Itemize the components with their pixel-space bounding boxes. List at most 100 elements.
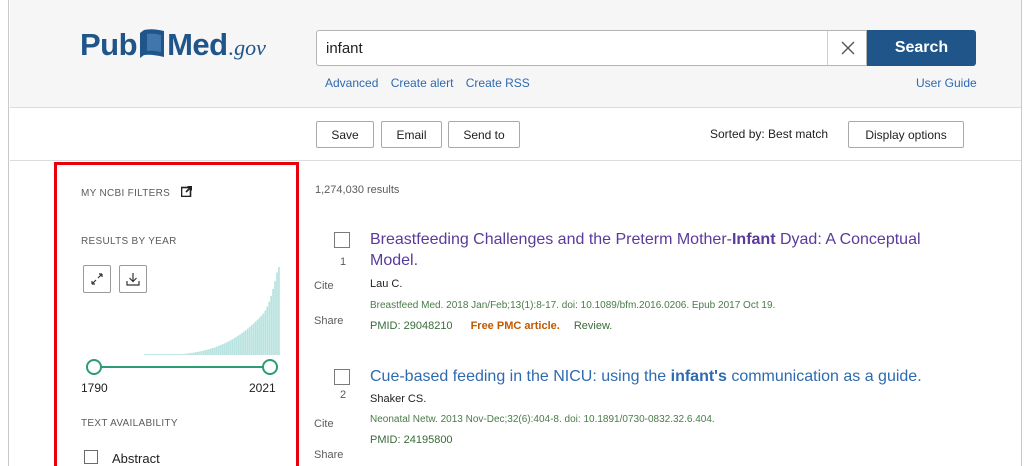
email-button[interactable]: Email	[381, 121, 442, 148]
search-button[interactable]: Search	[867, 30, 976, 66]
histogram-bar	[186, 353, 189, 355]
result-authors: Shaker CS.	[370, 393, 427, 405]
search-input[interactable]	[317, 31, 825, 65]
histogram-bar	[171, 354, 173, 355]
cite-button[interactable]: Cite	[314, 280, 334, 292]
create-rss-link[interactable]: Create RSS	[466, 76, 530, 90]
result-item-1: 1 Cite Share Breastfeeding Challenges an…	[312, 229, 952, 342]
histogram-bar	[268, 301, 271, 355]
create-alert-link[interactable]: Create alert	[391, 76, 454, 90]
year-histogram[interactable]	[84, 263, 280, 355]
histogram-bar	[225, 342, 228, 355]
year-range-slider[interactable]	[84, 359, 280, 375]
close-icon	[841, 41, 854, 55]
abstract-label[interactable]: Abstract	[112, 451, 160, 466]
histogram-bar	[262, 313, 265, 355]
results-count: 1,274,030 results	[315, 184, 400, 196]
histogram-bar	[165, 354, 168, 355]
book-icon	[140, 29, 165, 58]
share-button[interactable]: Share	[314, 315, 343, 327]
histogram-bar	[213, 347, 216, 355]
histogram-bar	[245, 330, 247, 355]
title-highlight: Infant	[731, 231, 776, 248]
result-pmid: PMID: 29048210	[370, 320, 453, 332]
result-citation: Breastfeed Med. 2018 Jan/Feb;13(1):8-17.…	[370, 300, 776, 311]
title-text: Cue-based feeding in the NICU: using the	[370, 368, 671, 385]
histogram-bar	[192, 352, 195, 355]
result-number: 1	[340, 256, 347, 268]
histogram-bar	[243, 331, 245, 355]
search-links: Advanced Create alert Create RSS	[325, 76, 539, 90]
results-by-year-label: RESULTS BY YEAR	[81, 236, 177, 247]
histogram-bar	[223, 343, 226, 355]
histogram-bar	[196, 351, 199, 355]
histogram-bar	[149, 354, 152, 355]
histogram-bar	[178, 354, 181, 355]
title-text: communication as a guide.	[726, 368, 922, 385]
result-citation: Neonatal Netw. 2013 Nov-Dec;32(6):404-8.…	[370, 414, 715, 425]
slider-end-handle[interactable]	[262, 359, 278, 375]
share-button[interactable]: Share	[314, 449, 343, 461]
histogram-bar	[231, 339, 234, 355]
cite-button[interactable]: Cite	[314, 418, 334, 430]
histogram-bar	[260, 315, 263, 355]
user-guide-link[interactable]: User Guide	[916, 76, 977, 90]
histogram-bar	[235, 336, 238, 355]
histogram-bar	[157, 354, 160, 355]
histogram-bar	[184, 353, 187, 355]
histogram-bar	[248, 326, 251, 355]
result-checkbox[interactable]	[334, 232, 350, 248]
clear-search-button[interactable]	[827, 31, 867, 65]
histogram-bar	[144, 354, 146, 355]
result-title-link[interactable]: Cue-based feeding in the NICU: using the…	[370, 366, 950, 387]
result-authors: Lau C.	[370, 278, 403, 290]
histogram-bar	[256, 319, 259, 355]
histogram-bar	[161, 354, 164, 355]
text-availability-label: TEXT AVAILABILITY	[81, 418, 178, 429]
histogram-bar	[212, 347, 214, 355]
title-text: Breastfeeding Challenges and the Preterm…	[370, 231, 732, 248]
pubmed-logo[interactable]: Pub Med .gov	[80, 22, 266, 62]
year-end-label: 2021	[249, 381, 276, 395]
result-number: 2	[340, 389, 347, 401]
my-ncbi-filters-label[interactable]: MY NCBI FILTERS	[81, 185, 193, 199]
histogram-bar	[177, 354, 179, 355]
header: Pub Med .gov Search Advanced Create aler…	[10, 0, 1021, 108]
slider-start-handle[interactable]	[86, 359, 102, 375]
histogram-bar	[190, 352, 193, 355]
search-box	[316, 30, 867, 66]
histogram-bar	[264, 310, 267, 355]
histogram-bar	[188, 353, 191, 355]
display-options-button[interactable]: Display options	[848, 121, 964, 148]
advanced-link[interactable]: Advanced	[325, 76, 378, 90]
logo-gov-text: .gov	[228, 35, 266, 60]
result-checkbox[interactable]	[334, 369, 350, 385]
histogram-bar	[239, 334, 241, 355]
year-start-label: 1790	[81, 381, 108, 395]
send-to-button[interactable]: Send to	[448, 121, 520, 148]
histogram-bar	[252, 323, 255, 355]
histogram-bar	[274, 281, 276, 355]
histogram-bar	[202, 350, 205, 355]
histogram-bar	[206, 349, 208, 355]
histogram-bar	[227, 341, 230, 355]
browser-frame-left	[0, 0, 9, 466]
histogram-bar	[246, 328, 249, 355]
histogram-bar	[169, 354, 171, 355]
histogram-bar	[163, 354, 166, 355]
histogram-bar	[217, 345, 220, 355]
histogram-bar	[233, 338, 236, 355]
result-item-2: 2 Cite Share Cue-based feeding in the NI…	[312, 366, 952, 466]
histogram-bar	[194, 352, 197, 355]
histogram-bar	[215, 346, 218, 355]
histogram-bar	[167, 354, 170, 355]
histogram-bar	[210, 348, 212, 355]
save-button[interactable]: Save	[316, 121, 374, 148]
histogram-bar	[159, 354, 162, 355]
abstract-checkbox[interactable]	[84, 450, 98, 464]
histogram-bar	[241, 333, 243, 355]
histogram-bar	[219, 345, 222, 355]
sort-indicator[interactable]: Sorted by: Best match	[710, 127, 828, 141]
result-title-link[interactable]: Breastfeeding Challenges and the Preterm…	[370, 229, 950, 271]
results-toolbar: Save Email Send to Sorted by: Best match…	[10, 109, 1021, 161]
